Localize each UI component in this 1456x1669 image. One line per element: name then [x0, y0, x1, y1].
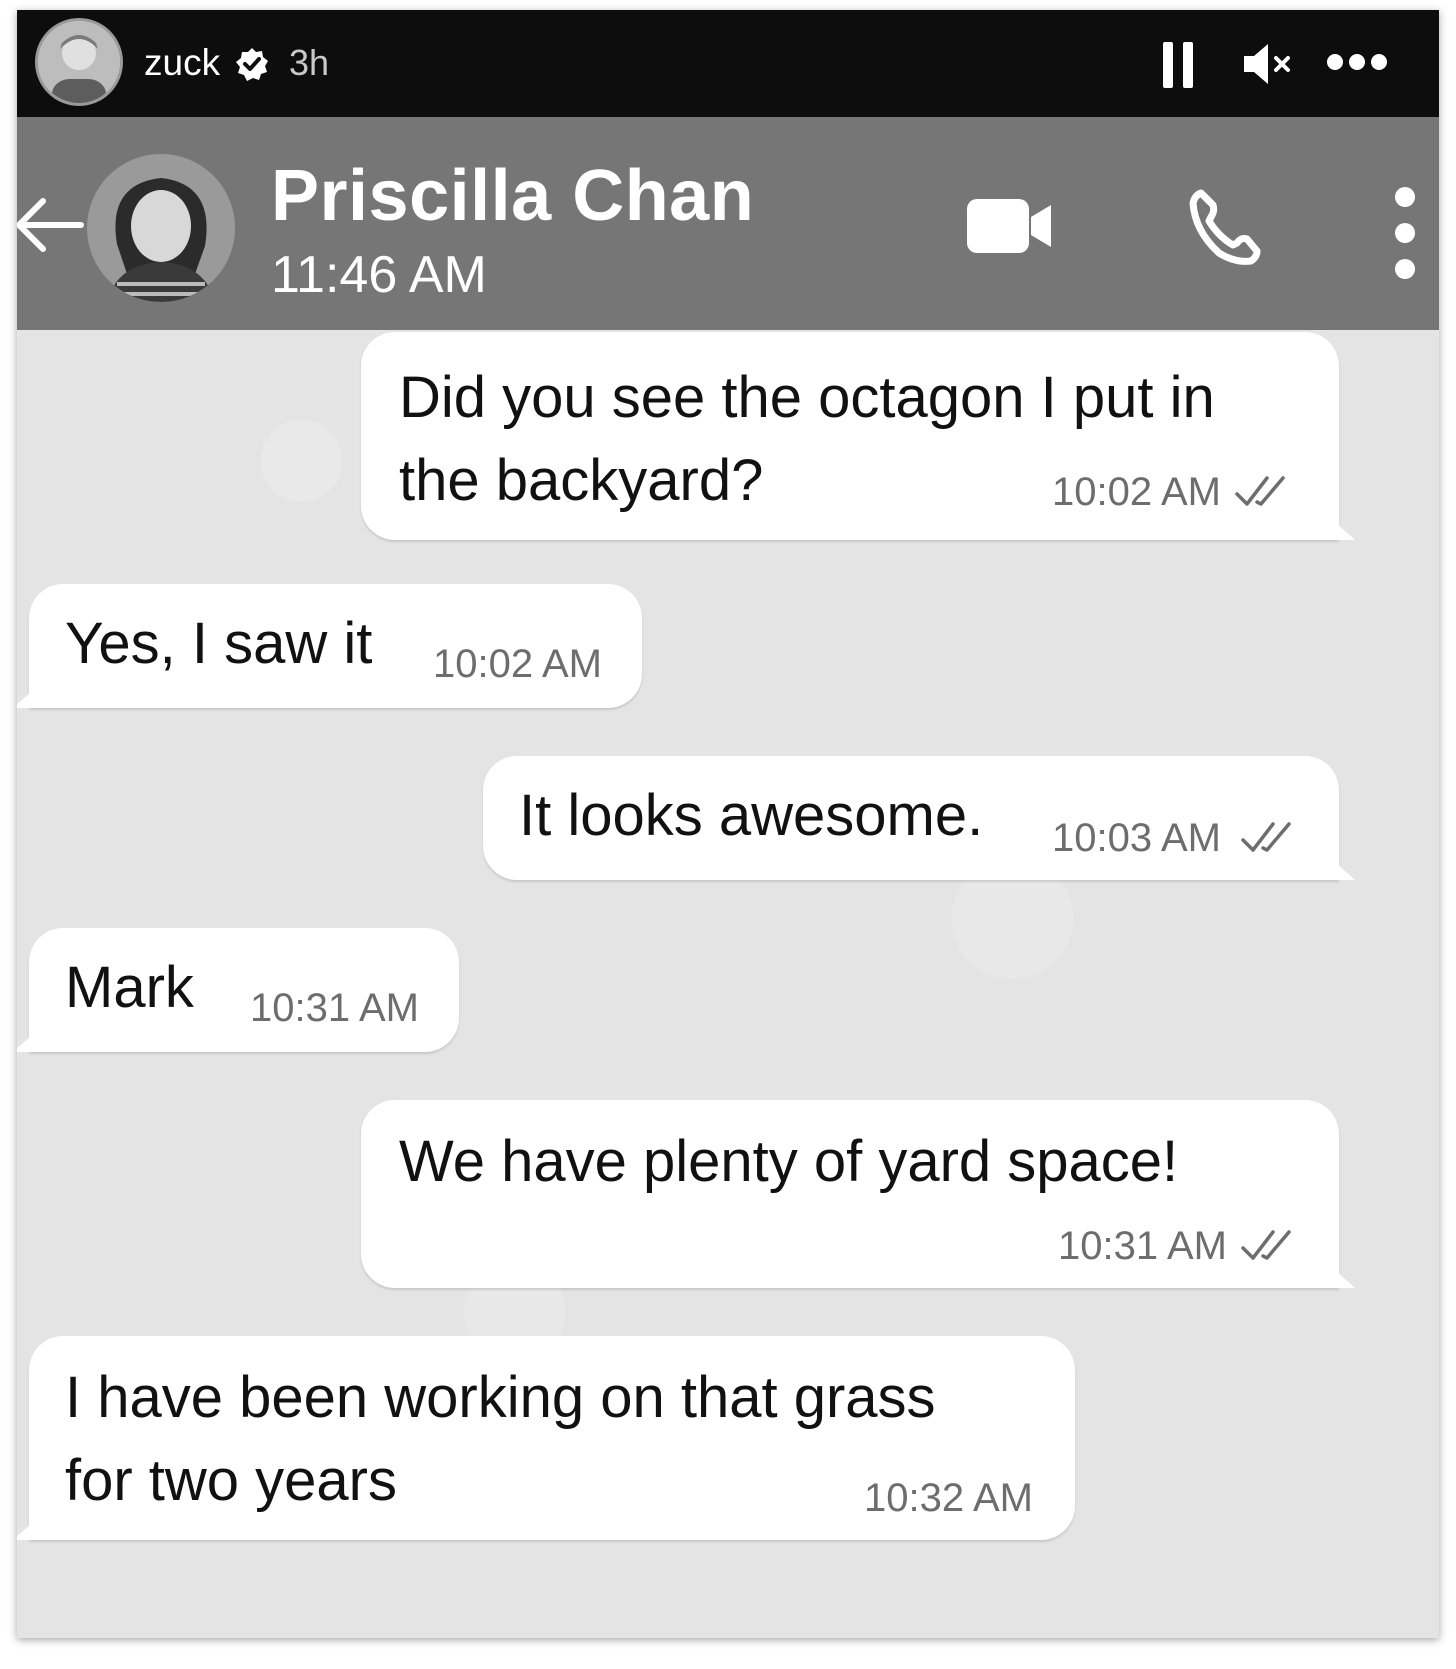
message-bubble-outgoing[interactable]: It looks awesome. 10:03 AM	[483, 756, 1355, 880]
message-time: 10:03 AM	[1051, 816, 1221, 860]
story-bar: zuck 3h	[17, 10, 1439, 117]
contact-name[interactable]: Priscilla Chan	[271, 155, 754, 237]
message-text: Mark	[65, 955, 194, 1020]
double-check-icon	[1241, 822, 1291, 852]
double-check-icon	[1235, 476, 1285, 506]
message-text: We have plenty of yard space!	[399, 1129, 1179, 1194]
back-arrow-icon[interactable]	[17, 193, 87, 257]
message-bubble-outgoing[interactable]: Did you see the octagon I put in the bac…	[361, 332, 1355, 540]
mute-icon[interactable]	[1242, 40, 1294, 88]
chat-header: Priscilla Chan 11:46 AM	[17, 117, 1439, 330]
message-bubble-incoming[interactable]: I have been working on that grass for tw…	[17, 1336, 1075, 1540]
message-time: 10:31 AM	[1057, 1224, 1227, 1268]
story-avatar[interactable]	[35, 18, 123, 106]
verified-badge-icon	[236, 48, 268, 81]
contact-avatar[interactable]	[87, 154, 235, 302]
message-bubble-outgoing[interactable]: We have plenty of yard space! 10:31 AM	[361, 1100, 1355, 1288]
phone-icon[interactable]	[1185, 187, 1265, 267]
story-username[interactable]: zuck	[144, 42, 220, 84]
message-time: 10:02 AM	[1051, 470, 1221, 514]
story-frame: zuck 3h Priscilla Chan 11:46 AM Did you …	[17, 10, 1439, 1638]
message-bubble-incoming[interactable]: Yes, I saw it 10:02 AM	[17, 584, 642, 708]
message-text: Yes, I saw it	[65, 611, 373, 676]
message-time: 10:32 AM	[863, 1476, 1033, 1520]
more-icon[interactable]	[1327, 54, 1387, 74]
chat-area: Did you see the octagon I put in the bac…	[17, 330, 1439, 1638]
message-text: It looks awesome.	[519, 783, 984, 848]
menu-icon[interactable]	[1393, 187, 1417, 283]
message-bubble-incoming[interactable]: Mark 10:31 AM	[17, 928, 459, 1052]
story-time: 3h	[289, 42, 330, 83]
message-time: 10:31 AM	[249, 986, 419, 1030]
message-time: 10:02 AM	[432, 642, 602, 686]
video-call-icon[interactable]	[967, 197, 1057, 255]
pause-icon[interactable]	[1163, 42, 1193, 88]
contact-status: 11:46 AM	[271, 246, 487, 304]
double-check-icon	[1241, 1230, 1291, 1260]
